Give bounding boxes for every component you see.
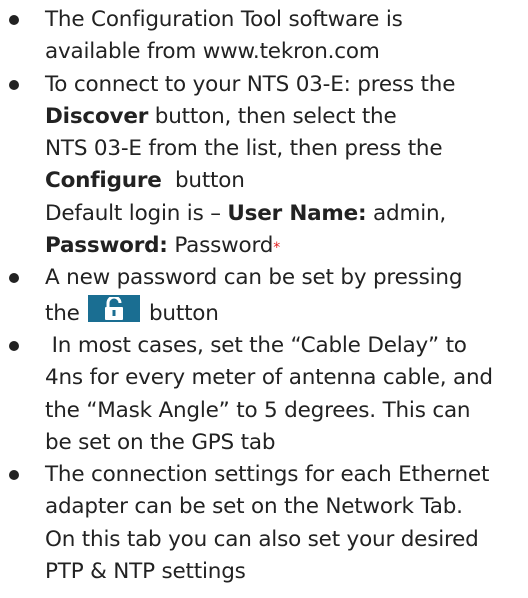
item-line: The connection settings for each Etherne… [45, 462, 490, 488]
password-value: Password [167, 233, 274, 259]
bullet-icon [9, 15, 19, 25]
username-value: admin, [366, 200, 447, 226]
bullet-icon [9, 273, 19, 284]
item-line: On this tab you can also set your desire… [45, 526, 479, 552]
item-line: PTP & NTP settings [45, 559, 246, 585]
line-text: available from [45, 39, 203, 65]
list-item: In most cases, set the “Cable Delay” to … [0, 330, 528, 459]
line-text: button [161, 168, 245, 194]
item-line: adapter can be set on the Network Tab. [45, 494, 463, 520]
list-item: The Configuration Tool software is avail… [0, 4, 528, 69]
bullet-icon [9, 470, 19, 481]
line-text: button, then select the [148, 103, 397, 129]
username-label: User Name: [227, 200, 367, 226]
line-text: the [45, 300, 87, 326]
bullet-icon [9, 340, 19, 351]
line-text: button [142, 300, 219, 326]
item-line: Configure button [45, 165, 528, 197]
item-line: 4ns for every meter of antenna cable, an… [45, 365, 493, 391]
item-line: Password: Password* [45, 230, 528, 262]
item-line: the button [45, 294, 528, 330]
item-line: Discover button, then select the [45, 101, 528, 133]
website-link[interactable]: www.tekron.com [203, 39, 380, 64]
item-line: The Configuration Tool software is [45, 7, 403, 32]
instruction-list: The Configuration Tool software is avail… [0, 4, 528, 588]
list-item: The connection settings for each Etherne… [0, 459, 528, 588]
line-text: Default login is – [45, 200, 228, 226]
item-line: available from www.tekron.com [45, 36, 528, 68]
list-item: To connect to your NTS 03-E: press the D… [0, 69, 528, 263]
item-line: the “Mask Angle” to 5 degrees. This can [45, 397, 471, 423]
password-label: Password: [45, 233, 168, 259]
unlock-icon [88, 294, 141, 322]
item-line: In most cases, set the “Cable Delay” to [45, 332, 467, 358]
bullet-icon [9, 79, 19, 90]
item-line: Default login is – User Name: admin, [45, 198, 528, 230]
asterisk-mark: * [273, 240, 280, 257]
item-line: A new password can be set by pressing [45, 265, 463, 291]
discover-label: Discover [45, 103, 149, 129]
list-item: A new password can be set by pressing th… [0, 262, 528, 330]
configure-label: Configure [45, 168, 162, 194]
item-line: To connect to your NTS 03-E: press the [45, 71, 456, 97]
item-line: be set on the GPS tab [45, 429, 276, 455]
item-line: NTS 03-E from the list, then press the [45, 136, 443, 162]
